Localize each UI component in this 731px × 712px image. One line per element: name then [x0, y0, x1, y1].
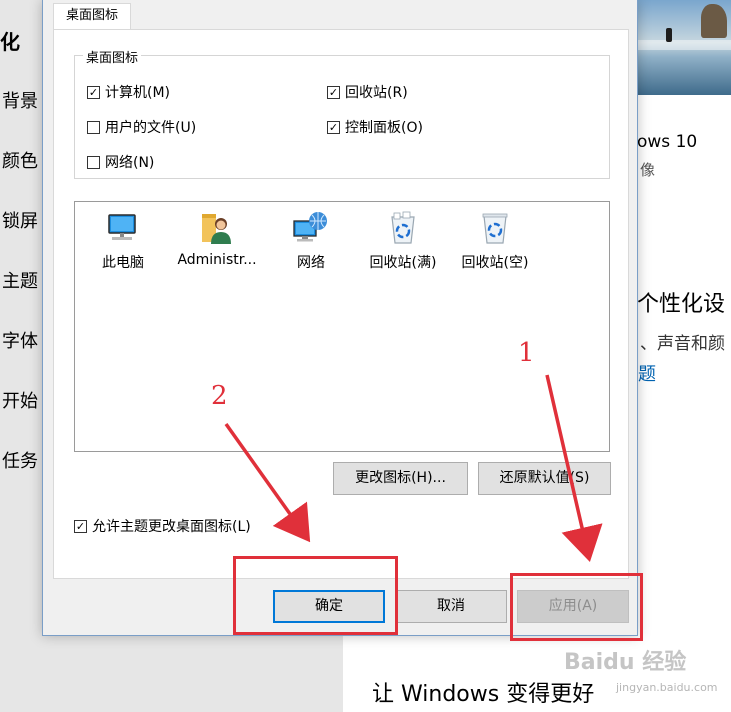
annotation-arrow-1	[545, 374, 603, 563]
annotation-arrow-2	[224, 422, 311, 543]
annotation-arrows	[224, 374, 603, 563]
